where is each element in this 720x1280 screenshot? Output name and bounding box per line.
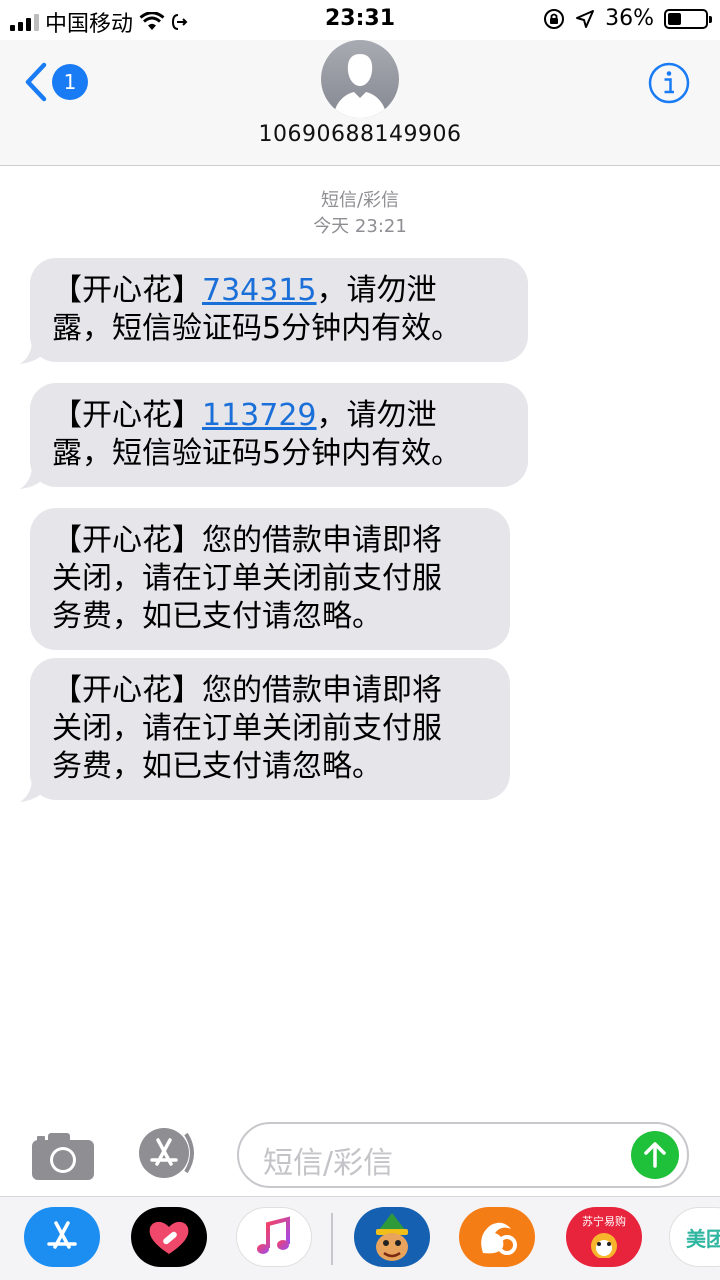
message-line: 【开心花】734315，请勿泄 (52, 272, 506, 310)
battery-percent: 36% (605, 6, 654, 31)
message-line: 露，短信验证码5分钟内有效。 (52, 311, 462, 346)
lion-face-icon (591, 1233, 617, 1258)
elf-game-app[interactable] (354, 1207, 430, 1267)
message-bubble[interactable]: 【开心花】您的借款申请即将 关闭，请在订单关闭前支付服 务费，如已支付请忽略。 (30, 508, 510, 650)
status-bar: 中国移动 23:31 36% (0, 0, 720, 40)
message-line: 关闭，请在订单关闭前支付服 (52, 711, 442, 746)
info-icon[interactable] (648, 62, 690, 104)
message-bubble[interactable]: 【开心花】113729，请勿泄 露，短信验证码5分钟内有效。 (30, 383, 528, 487)
send-arrow-icon (644, 1142, 666, 1168)
message-line: 务费，如已支付请忽略。 (52, 749, 382, 784)
message-input[interactable]: 短信/彩信 (237, 1122, 689, 1188)
app-store-icon (47, 1221, 77, 1249)
app-drawer: 苏宁易购 美团 (0, 1196, 720, 1280)
squirrel-icon (481, 1222, 517, 1255)
person-silhouette-icon (333, 54, 387, 118)
music-note-icon (257, 1216, 290, 1254)
thread-meta: 短信/彩信 今天 23:21 (0, 188, 720, 240)
suning-label: 苏宁易购 (582, 1215, 626, 1228)
composer: 短信/彩信 (0, 1118, 720, 1194)
location-arrow-icon (576, 9, 595, 28)
battery-icon (664, 8, 712, 29)
drawer-divider (331, 1213, 333, 1265)
verification-code-link[interactable]: 734315 (202, 273, 317, 308)
heart-icon (149, 1221, 189, 1254)
camera-icon[interactable] (32, 1132, 94, 1180)
message-line: 【开心花】您的借款申请即将 (52, 523, 442, 558)
send-button[interactable] (631, 1131, 679, 1179)
message-line: 【开心花】您的借款申请即将 (52, 673, 442, 708)
suning-app[interactable]: 苏宁易购 (566, 1207, 642, 1267)
battery-fill (668, 12, 681, 25)
message-text: ，请勿泄 (316, 273, 437, 308)
message-line: 关闭，请在订单关闭前支付服 (52, 561, 442, 596)
message-bubble[interactable]: 【开心花】您的借款申请即将 关闭，请在订单关闭前支付服 务费，如已支付请忽略。 (30, 658, 510, 800)
message-line: 【开心花】113729，请勿泄 (52, 397, 506, 435)
message-input-placeholder: 短信/彩信 (263, 1146, 394, 1181)
message-bubble[interactable]: 【开心花】734315，请勿泄 露，短信验证码5分钟内有效。 (30, 258, 528, 362)
meituan-label: 美团 (686, 1226, 720, 1251)
chevron-left-icon (25, 62, 47, 102)
status-right: 36% (543, 6, 712, 31)
rotation-lock-icon (544, 8, 565, 29)
verification-code-link[interactable]: 113729 (202, 398, 317, 433)
message-date: 今天 23:21 (313, 216, 407, 237)
message-prefix: 【开心花】 (52, 273, 202, 308)
avatar[interactable] (321, 40, 399, 118)
back-button[interactable]: 1 (24, 62, 88, 102)
music-app[interactable] (236, 1207, 312, 1267)
unread-badge: 1 (52, 64, 88, 100)
message-prefix: 【开心花】 (52, 398, 202, 433)
uc-browser-app[interactable] (459, 1207, 535, 1267)
app-store-icon[interactable] (134, 1126, 204, 1180)
message-text: ，请勿泄 (316, 398, 437, 433)
contact-number[interactable]: 10690688149906 (0, 122, 720, 147)
meituan-app[interactable]: 美团 (669, 1207, 720, 1267)
conversation-header: 1 10690688149906 (0, 40, 720, 166)
elf-character-icon (376, 1213, 408, 1261)
message-line: 务费，如已支付请忽略。 (52, 599, 382, 634)
heart-app[interactable] (131, 1207, 207, 1267)
app-store-app[interactable] (24, 1207, 100, 1267)
service-label: 短信/彩信 (320, 190, 400, 211)
message-line: 露，短信验证码5分钟内有效。 (52, 436, 462, 471)
